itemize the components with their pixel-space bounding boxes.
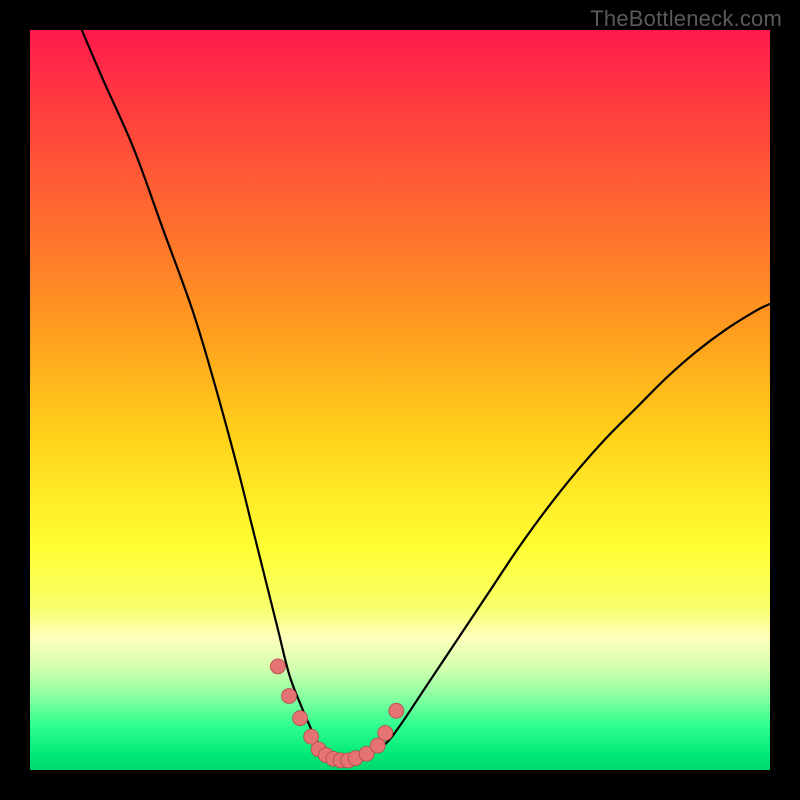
marker-point — [270, 659, 285, 674]
curve-layer — [30, 30, 770, 770]
chart-stage: TheBottleneck.com — [0, 0, 800, 800]
marker-point — [389, 703, 404, 718]
marker-point — [282, 689, 297, 704]
marker-point — [378, 726, 393, 741]
plot-area — [30, 30, 770, 770]
bottleneck-curve — [82, 30, 770, 763]
marker-point — [293, 711, 308, 726]
watermark-text: TheBottleneck.com — [590, 6, 782, 32]
